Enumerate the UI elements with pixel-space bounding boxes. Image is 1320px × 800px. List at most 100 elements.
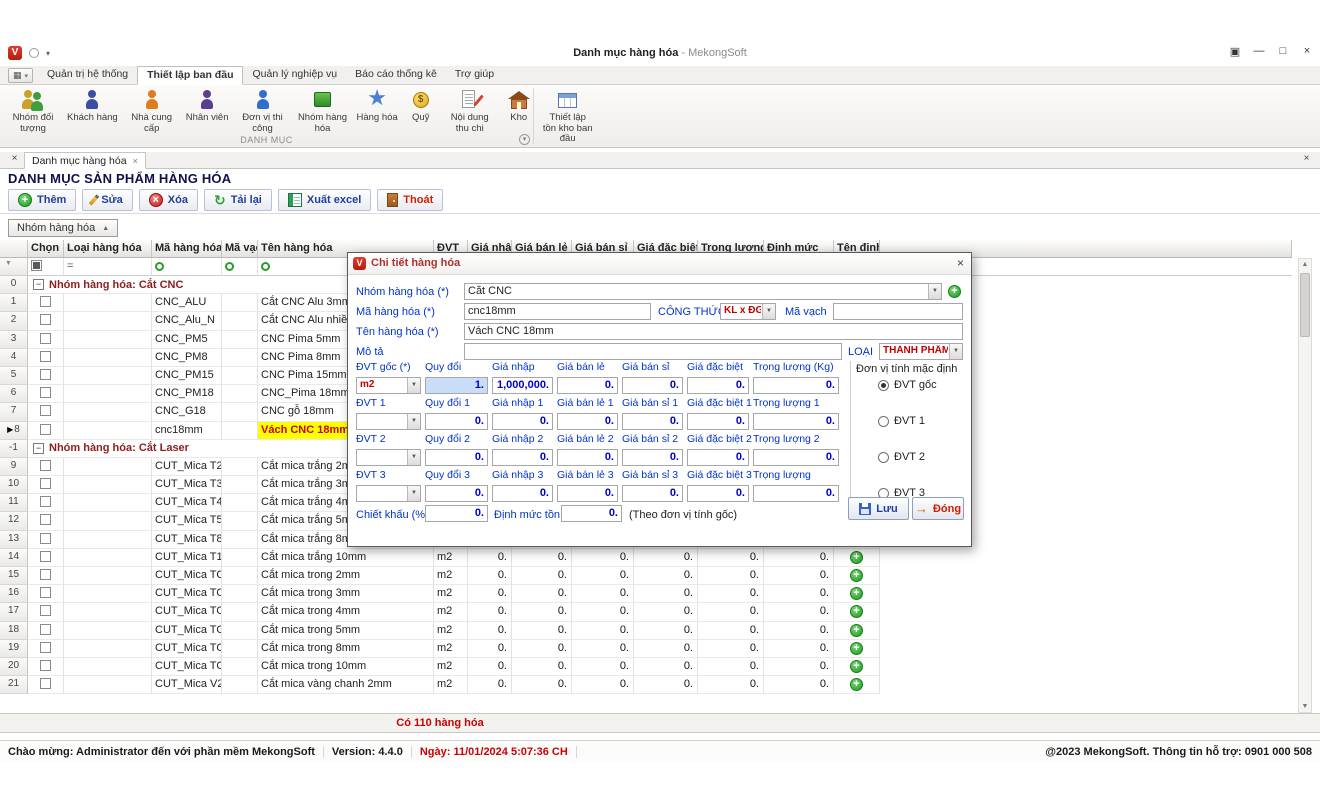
row-checkbox[interactable] bbox=[40, 605, 51, 616]
code-cell[interactable]: CNC_PM18 bbox=[152, 385, 222, 402]
unit-value-input[interactable]: 1. bbox=[425, 377, 488, 394]
checkbox-cell[interactable] bbox=[28, 512, 64, 529]
code-cell[interactable]: CUT_Mica T4 bbox=[152, 494, 222, 511]
action-cell[interactable]: + bbox=[834, 549, 880, 566]
unit-value-input[interactable]: 0. bbox=[557, 413, 618, 430]
value-cell-4[interactable]: 0. bbox=[698, 676, 764, 693]
scroll-down-icon[interactable]: ▼ bbox=[1299, 703, 1311, 710]
type-cell[interactable] bbox=[64, 367, 152, 384]
checkbox-cell[interactable] bbox=[28, 422, 64, 439]
barcode-cell[interactable] bbox=[222, 476, 258, 493]
value-cell-4[interactable]: 0. bbox=[698, 549, 764, 566]
value-cell-0[interactable]: 0. bbox=[468, 585, 512, 602]
unit-value-input[interactable]: 0. bbox=[753, 485, 839, 502]
app-menu-button[interactable]: ▦▾ bbox=[8, 68, 33, 83]
delete-button[interactable]: ×Xóa bbox=[139, 189, 198, 211]
name-cell[interactable]: Cắt mica trong 4mm bbox=[258, 603, 434, 620]
value-cell-3[interactable]: 0. bbox=[634, 585, 698, 602]
type-cell[interactable] bbox=[64, 622, 152, 639]
value-cell-1[interactable]: 0. bbox=[512, 549, 572, 566]
add-button[interactable]: +Thêm bbox=[8, 189, 76, 211]
row-checkbox[interactable] bbox=[40, 551, 51, 562]
value-cell-1[interactable]: 0. bbox=[512, 658, 572, 675]
unit-value-input[interactable]: 0. bbox=[622, 485, 683, 502]
value-cell-3[interactable]: 0. bbox=[634, 658, 698, 675]
value-cell-5[interactable]: 0. bbox=[764, 585, 834, 602]
value-cell-4[interactable]: 0. bbox=[698, 658, 764, 675]
value-cell-0[interactable]: 0. bbox=[468, 567, 512, 584]
add-group-icon[interactable]: + bbox=[948, 285, 961, 298]
filter-cell-0[interactable] bbox=[28, 258, 64, 276]
value-cell-3[interactable]: 0. bbox=[634, 640, 698, 657]
type-cell[interactable] bbox=[64, 531, 152, 548]
row-checkbox[interactable] bbox=[40, 296, 51, 307]
add-norm-icon[interactable]: + bbox=[850, 642, 863, 655]
checkbox-cell[interactable] bbox=[28, 676, 64, 693]
value-cell-5[interactable]: 0. bbox=[764, 622, 834, 639]
close-button[interactable]: →Đóng bbox=[912, 497, 964, 520]
action-cell[interactable]: + bbox=[834, 676, 880, 693]
value-cell-3[interactable]: 0. bbox=[634, 549, 698, 566]
code-cell[interactable]: CUT_Mica T8 bbox=[152, 531, 222, 548]
ribbon-item-4[interactable]: Đơn vị thi công bbox=[234, 87, 292, 135]
checkbox-cell[interactable] bbox=[28, 476, 64, 493]
type-cell[interactable] bbox=[64, 312, 152, 329]
name-cell[interactable]: Cắt mica trong 8mm bbox=[258, 640, 434, 657]
unit-value-input[interactable]: 0. bbox=[425, 449, 488, 466]
row-checkbox[interactable] bbox=[40, 496, 51, 507]
unit-combo-1[interactable]: ▼ bbox=[356, 413, 421, 430]
checkbox-cell[interactable] bbox=[28, 549, 64, 566]
code-cell[interactable]: CUT_Mica V2 bbox=[152, 676, 222, 693]
type-cell[interactable] bbox=[64, 603, 152, 620]
row-checkbox[interactable] bbox=[40, 314, 51, 325]
chevron-down-icon[interactable]: ▼ bbox=[407, 486, 420, 501]
code-cell[interactable]: CNC_ALU bbox=[152, 294, 222, 311]
filter-cell-3[interactable] bbox=[222, 258, 258, 276]
column-header-3[interactable]: Mã vạch bbox=[222, 240, 258, 258]
maximize-icon[interactable]: □ bbox=[1276, 45, 1290, 58]
action-cell[interactable]: + bbox=[834, 622, 880, 639]
unit-value-input[interactable]: 0. bbox=[687, 485, 749, 502]
barcode-input[interactable] bbox=[833, 303, 963, 320]
code-cell[interactable]: CUT_Mica TO... bbox=[152, 658, 222, 675]
export-button[interactable]: Xuất excel bbox=[278, 189, 371, 211]
type-cell[interactable] bbox=[64, 294, 152, 311]
value-cell-4[interactable]: 0. bbox=[698, 567, 764, 584]
value-cell-0[interactable]: 0. bbox=[468, 549, 512, 566]
value-cell-2[interactable]: 0. bbox=[572, 603, 634, 620]
code-cell[interactable]: CUT_Mica T2 bbox=[152, 458, 222, 475]
menu-tab-0[interactable]: Quản trị hệ thống bbox=[38, 66, 137, 85]
value-cell-5[interactable]: 0. bbox=[764, 567, 834, 584]
close-icon[interactable]: × bbox=[1300, 45, 1314, 58]
ribbon-item-2[interactable]: Nhà cung cấp bbox=[123, 87, 181, 135]
row-checkbox[interactable] bbox=[40, 405, 51, 416]
barcode-cell[interactable] bbox=[222, 385, 258, 402]
row-checkbox[interactable] bbox=[40, 624, 51, 635]
barcode-cell[interactable] bbox=[222, 512, 258, 529]
value-cell-0[interactable]: 0. bbox=[468, 622, 512, 639]
code-cell[interactable]: CUT_Mica TO2 bbox=[152, 567, 222, 584]
unit-value-input[interactable]: 0. bbox=[492, 449, 553, 466]
vertical-scrollbar[interactable]: ▲ ▼ bbox=[1298, 258, 1312, 713]
ribbon-item-10[interactable]: Thiết lập tồn kho ban đầu bbox=[539, 87, 597, 146]
code-cell[interactable]: CUT_Mica TO8 bbox=[152, 640, 222, 657]
dvt-cell[interactable]: m2 bbox=[434, 549, 468, 566]
filter-cell-2[interactable] bbox=[152, 258, 222, 276]
barcode-cell[interactable] bbox=[222, 403, 258, 420]
type-cell[interactable] bbox=[64, 422, 152, 439]
action-cell[interactable]: + bbox=[834, 603, 880, 620]
value-cell-4[interactable]: 0. bbox=[698, 640, 764, 657]
unit-value-input[interactable]: 0. bbox=[622, 377, 683, 394]
code-cell[interactable]: CNC_PM8 bbox=[152, 349, 222, 366]
barcode-cell[interactable] bbox=[222, 294, 258, 311]
barcode-cell[interactable] bbox=[222, 312, 258, 329]
add-norm-icon[interactable]: + bbox=[850, 678, 863, 691]
code-cell[interactable]: CNC_PM5 bbox=[152, 331, 222, 348]
barcode-cell[interactable] bbox=[222, 494, 258, 511]
value-cell-1[interactable]: 0. bbox=[512, 567, 572, 584]
unit-value-input[interactable]: 0. bbox=[687, 377, 749, 394]
row-checkbox[interactable] bbox=[40, 587, 51, 598]
add-norm-icon[interactable]: + bbox=[850, 587, 863, 600]
ribbon-item-3[interactable]: Nhân viên bbox=[183, 87, 232, 125]
unit-value-input[interactable]: 0. bbox=[687, 449, 749, 466]
